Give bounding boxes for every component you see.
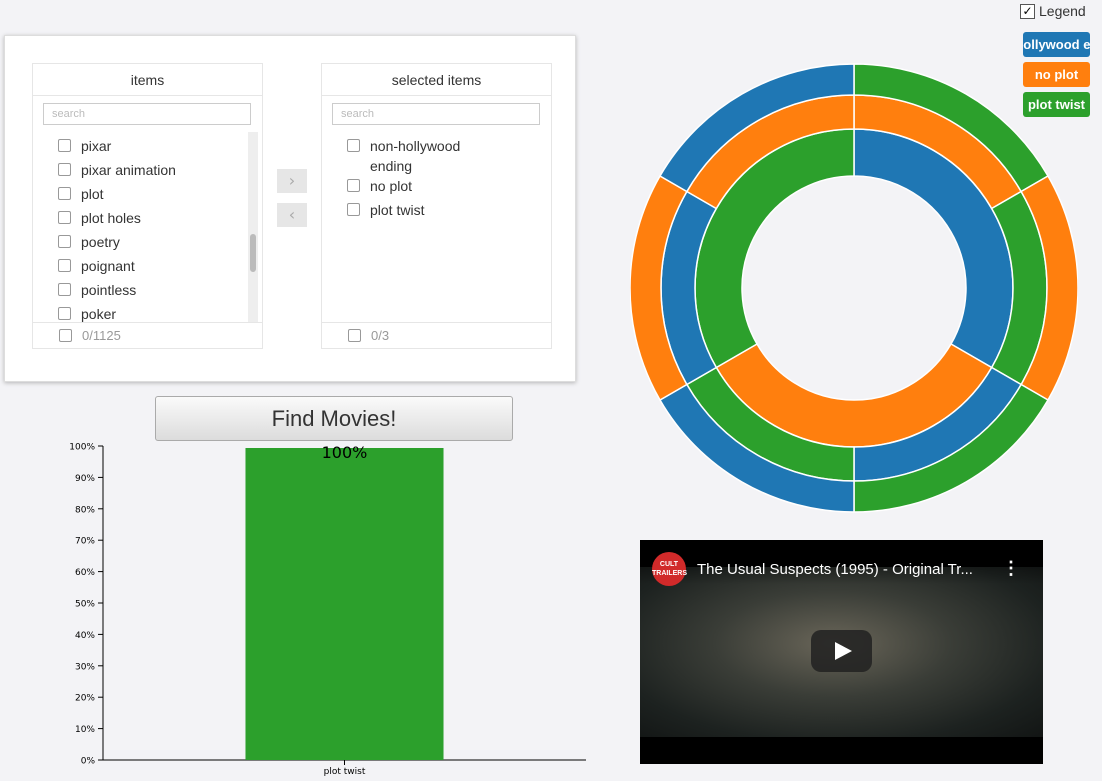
list-item[interactable]: pixar: [57, 136, 248, 160]
items-search-input[interactable]: [43, 103, 251, 125]
available-items: pixar pixar animation plot plot holes poetry…: [57, 136, 248, 322]
more-icon[interactable]: ⋮: [1002, 558, 1020, 579]
legend-item-label: non-hollywood ending: [1023, 37, 1090, 52]
list-item[interactable]: pixar animation: [57, 160, 248, 184]
list-item[interactable]: non-hollywood ending: [346, 136, 537, 176]
item-label: no plot: [370, 178, 413, 194]
item-label: pointless: [81, 282, 137, 298]
item-label: poignant: [81, 258, 135, 274]
selected-count: 0/3: [371, 328, 390, 343]
items-header: items: [33, 64, 262, 96]
legend-item[interactable]: non-hollywood ending: [1023, 32, 1090, 57]
item-checkbox[interactable]: [347, 203, 360, 216]
items-scrollbar[interactable]: [248, 132, 258, 322]
list-item[interactable]: plot twist: [346, 200, 537, 224]
item-checkbox[interactable]: [58, 259, 71, 272]
item-checkbox[interactable]: [58, 307, 71, 320]
select-all-checkbox[interactable]: [59, 329, 72, 342]
selected-items-header: selected items: [322, 64, 551, 96]
selected-items-list: selected items non-hollywood ending no pl…: [321, 63, 552, 349]
list-item[interactable]: no plot: [346, 176, 537, 200]
y-tick-label: 60%: [75, 568, 95, 578]
item-checkbox[interactable]: [58, 163, 71, 176]
item-label: plot holes: [81, 210, 141, 226]
list-item[interactable]: plot holes: [57, 208, 248, 232]
list-item[interactable]: plot: [57, 184, 248, 208]
y-tick-label: 70%: [75, 537, 95, 547]
channel-avatar[interactable]: CULT TRAILERS: [652, 552, 687, 586]
list-item[interactable]: poetry: [57, 232, 248, 256]
y-tick-label: 40%: [75, 631, 95, 641]
legend-toggle[interactable]: ✓ Legend: [1020, 3, 1086, 19]
item-label: plot twist: [370, 202, 425, 218]
item-label: poker: [81, 306, 117, 322]
select-all-selected-checkbox[interactable]: [348, 329, 361, 342]
bar: [245, 448, 444, 760]
item-label: poetry: [81, 234, 120, 250]
video-player[interactable]: CULT TRAILERS The Usual Suspects (1995) …: [640, 540, 1043, 764]
item-checkbox[interactable]: [58, 283, 71, 296]
selected-footer: 0/3: [322, 322, 551, 348]
legend-checkbox[interactable]: ✓: [1020, 3, 1035, 19]
item-label: pixar animation: [81, 162, 176, 178]
play-icon[interactable]: [811, 630, 872, 672]
y-tick-label: 10%: [75, 725, 95, 735]
legend-item[interactable]: plot twist: [1023, 92, 1090, 117]
legend-label: Legend: [1039, 3, 1086, 19]
y-tick-label: 20%: [75, 694, 95, 704]
item-label: non-hollywood ending: [370, 138, 461, 174]
y-tick-label: 100%: [69, 443, 95, 453]
item-checkbox[interactable]: [347, 179, 360, 192]
y-tick-label: 0%: [81, 757, 96, 767]
item-checkbox[interactable]: [347, 139, 360, 152]
x-tick-label: plot twist: [324, 767, 366, 777]
items-footer: 0/1125: [33, 322, 262, 348]
list-item[interactable]: pointless: [57, 280, 248, 304]
legend-item-label: plot twist: [1027, 97, 1086, 112]
item-checkbox[interactable]: [58, 235, 71, 248]
y-tick-label: 90%: [75, 474, 95, 484]
legend-item[interactable]: no plot: [1023, 62, 1090, 87]
items-count: 0/1125: [82, 328, 121, 343]
selected-search-input[interactable]: [332, 103, 540, 125]
list-item[interactable]: poignant: [57, 256, 248, 280]
item-checkbox[interactable]: [58, 187, 71, 200]
video-title[interactable]: The Usual Suspects (1995) - Original Tr.…: [697, 561, 973, 578]
bar-chart: 0% 10% 20% 30% 40% 50% 60% 70% 80% 90% 100% 100% plo…: [69, 443, 586, 777]
transfer-panel: items pixar pixar animation plot plot holes…: [4, 35, 576, 382]
legend-item-label: no plot: [1034, 67, 1079, 82]
y-tick-label: 50%: [75, 600, 95, 610]
move-left-button[interactable]: ‹: [277, 203, 307, 227]
selected-items: non-hollywood ending no plot plot twist: [346, 136, 537, 322]
item-label: plot: [81, 186, 104, 202]
donut-chart: [630, 63, 1078, 513]
item-checkbox[interactable]: [58, 139, 71, 152]
items-list: items pixar pixar animation plot plot holes…: [32, 63, 263, 349]
find-movies-button[interactable]: Find Movies!: [155, 396, 513, 441]
scrollbar-thumb[interactable]: [250, 234, 256, 272]
y-tick-label: 30%: [75, 662, 95, 672]
bar-value-label: 100%: [322, 443, 368, 462]
list-item[interactable]: poker: [57, 304, 248, 322]
item-checkbox[interactable]: [58, 211, 71, 224]
move-right-button[interactable]: ›: [277, 169, 307, 193]
item-label: pixar: [81, 138, 112, 154]
y-tick-label: 80%: [75, 505, 95, 515]
